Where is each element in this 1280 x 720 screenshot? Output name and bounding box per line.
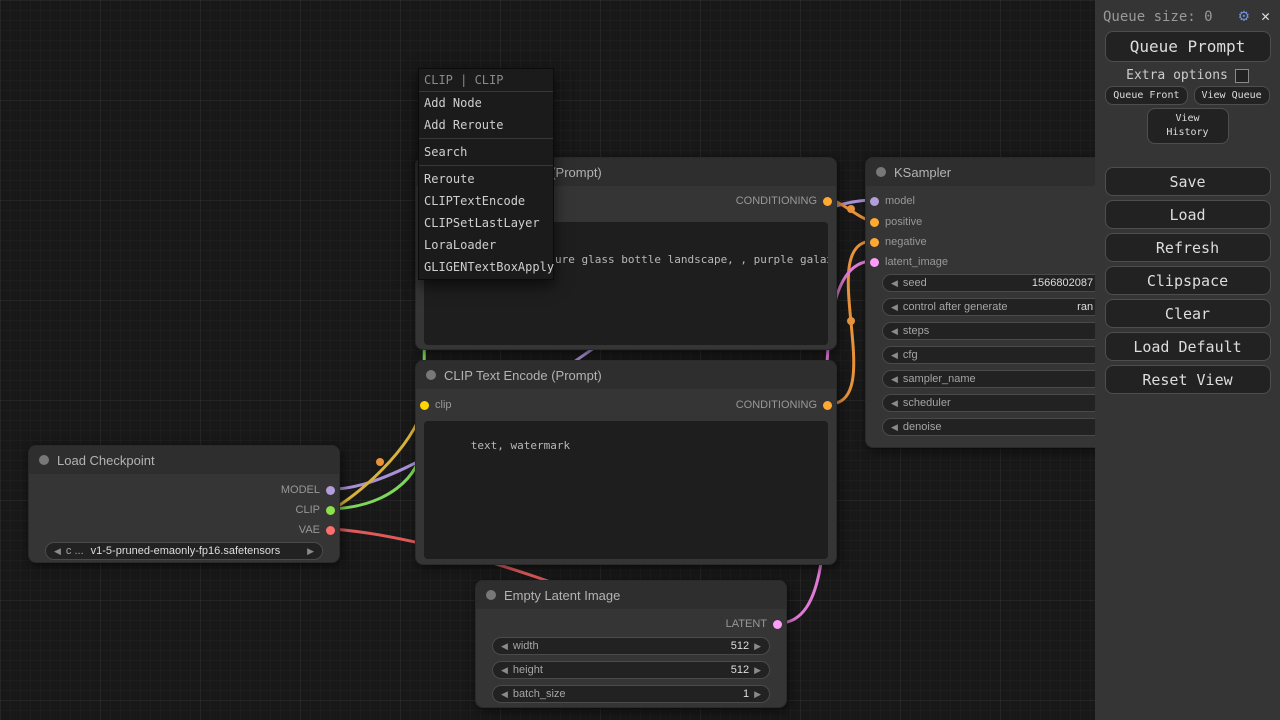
slot-label: VAE <box>299 524 320 536</box>
link-midpoint-dot[interactable] <box>847 205 855 213</box>
decrement-arrow-icon[interactable]: ◀ <box>501 689 508 700</box>
decrement-arrow-icon[interactable]: ◀ <box>501 641 508 652</box>
increment-arrow-icon[interactable]: ▶ <box>307 546 314 557</box>
positive-input-dot[interactable] <box>870 218 879 227</box>
decrement-arrow-icon[interactable]: ◀ <box>891 422 898 433</box>
reset-view-button[interactable]: Reset View <box>1105 365 1271 394</box>
slot-label: negative <box>885 236 927 248</box>
latent-output-dot[interactable] <box>773 620 782 629</box>
menu-item-loraloader[interactable]: LoraLoader <box>419 234 553 256</box>
prompt-text: text, watermark <box>471 439 570 452</box>
queue-front-button[interactable]: Queue Front <box>1105 86 1187 105</box>
slot-label: LATENT <box>726 618 767 630</box>
widget-height[interactable]: ◀ height 512 ▶ <box>492 661 770 679</box>
menu-separator <box>419 165 553 166</box>
model-input-dot[interactable] <box>870 197 879 206</box>
conditioning-output-dot[interactable] <box>823 197 832 206</box>
negative-input-dot[interactable] <box>870 238 879 247</box>
node-title: Load Checkpoint <box>57 453 155 468</box>
wire-clip-green <box>333 202 424 509</box>
menu-item-gligentextboxapply[interactable]: GLIGENTextBoxApply <box>419 256 553 278</box>
slot-label: MODEL <box>281 484 320 496</box>
node-title: KSampler <box>894 165 951 180</box>
close-icon[interactable]: ✕ <box>1261 9 1270 24</box>
slot-label: latent_image <box>885 256 948 268</box>
model-output-dot[interactable] <box>326 486 335 495</box>
clipspace-button[interactable]: Clipspace <box>1105 266 1271 295</box>
collapse-dot-icon[interactable] <box>876 167 886 177</box>
increment-arrow-icon[interactable]: ▶ <box>754 665 761 676</box>
menu-item-cliptextencode[interactable]: CLIPTextEncode <box>419 190 553 212</box>
widget-width[interactable]: ◀ width 512 ▶ <box>492 637 770 655</box>
load-default-button[interactable]: Load Default <box>1105 332 1271 361</box>
link-midpoint-dot[interactable] <box>847 317 855 325</box>
widget-batch-size[interactable]: ◀ batch_size 1 ▶ <box>492 685 770 703</box>
clear-button[interactable]: Clear <box>1105 299 1271 328</box>
decrement-arrow-icon[interactable]: ◀ <box>54 546 61 557</box>
context-menu-title: CLIP | CLIP <box>419 69 553 92</box>
collapse-dot-icon[interactable] <box>426 370 436 380</box>
vae-output-dot[interactable] <box>326 526 335 535</box>
node-title: CLIP Text Encode (Prompt) <box>444 368 602 383</box>
refresh-button[interactable]: Refresh <box>1105 233 1271 262</box>
slot-label: model <box>885 195 915 207</box>
slot-label: CLIP <box>296 504 320 516</box>
prompt-textarea[interactable]: text, watermark <box>424 421 828 559</box>
decrement-arrow-icon[interactable]: ◀ <box>891 278 898 289</box>
queue-size-label: Queue size: 0 <box>1103 9 1239 25</box>
clip-input-dot[interactable] <box>420 401 429 410</box>
slot-label: CONDITIONING <box>736 399 817 411</box>
widget-label: c ... <box>66 545 84 557</box>
latent-input-dot[interactable] <box>870 258 879 267</box>
node-title-bar[interactable]: Load Checkpoint <box>29 446 339 474</box>
decrement-arrow-icon[interactable]: ◀ <box>891 350 898 361</box>
widget-value: v1-5-pruned-emaonly-fp16.safetensors <box>91 545 281 557</box>
decrement-arrow-icon[interactable]: ◀ <box>891 302 898 313</box>
menu-item-add-node[interactable]: Add Node <box>419 92 553 114</box>
menu-item-search[interactable]: Search <box>419 141 553 163</box>
collapse-dot-icon[interactable] <box>486 590 496 600</box>
increment-arrow-icon[interactable]: ▶ <box>754 641 761 652</box>
slot-label: positive <box>885 216 922 228</box>
menu-item-reroute[interactable]: Reroute <box>419 168 553 190</box>
settings-gear-icon[interactable]: ⚙ <box>1239 8 1249 25</box>
decrement-arrow-icon[interactable]: ◀ <box>891 326 898 337</box>
widget-ckpt-name[interactable]: ◀ c ... v1-5-pruned-emaonly-fp16.safeten… <box>45 542 323 560</box>
context-menu: CLIP | CLIP Add Node Add Reroute Search … <box>418 68 554 280</box>
comfy-menu-panel: Queue size: 0 ⚙ ✕ Queue Prompt Extra opt… <box>1095 0 1280 720</box>
prompt-text: ure glass bottle landscape, , purple gal… <box>555 253 821 266</box>
decrement-arrow-icon[interactable]: ◀ <box>891 374 898 385</box>
extra-options-checkbox[interactable] <box>1235 69 1249 83</box>
node-title-bar[interactable]: CLIP Text Encode (Prompt) <box>416 361 836 389</box>
wire-clip-yellow <box>333 406 424 509</box>
menu-separator <box>419 138 553 139</box>
decrement-arrow-icon[interactable]: ◀ <box>891 398 898 409</box>
link-midpoint-dot[interactable] <box>376 458 384 466</box>
view-history-button[interactable]: View History <box>1147 108 1229 144</box>
collapse-dot-icon[interactable] <box>39 455 49 465</box>
node-title-bar[interactable]: Empty Latent Image <box>476 581 786 609</box>
menu-item-clipsetlastlayer[interactable]: CLIPSetLastLayer <box>419 212 553 234</box>
decrement-arrow-icon[interactable]: ◀ <box>501 665 508 676</box>
save-button[interactable]: Save <box>1105 167 1271 196</box>
slot-label: clip <box>435 399 452 411</box>
node-clip-text-encode-bottom[interactable]: CLIP Text Encode (Prompt) clip CONDITION… <box>415 360 837 565</box>
node-title: Empty Latent Image <box>504 588 620 603</box>
clip-output-dot[interactable] <box>326 506 335 515</box>
queue-prompt-button[interactable]: Queue Prompt <box>1105 31 1271 62</box>
view-queue-button[interactable]: View Queue <box>1194 86 1270 105</box>
increment-arrow-icon[interactable]: ▶ <box>754 689 761 700</box>
load-button[interactable]: Load <box>1105 200 1271 229</box>
graph-canvas[interactable]: CLIP Text Encode (Prompt) clip CONDITION… <box>0 0 1280 720</box>
extra-options-label: Extra options <box>1126 68 1228 83</box>
slot-label: CONDITIONING <box>736 195 817 207</box>
node-load-checkpoint[interactable]: Load Checkpoint MODEL CLIP VAE ◀ c ... v… <box>28 445 340 563</box>
conditioning-output-dot[interactable] <box>823 401 832 410</box>
node-empty-latent-image[interactable]: Empty Latent Image LATENT ◀ width 512 ▶ … <box>475 580 787 708</box>
menu-item-add-reroute[interactable]: Add Reroute <box>419 114 553 136</box>
